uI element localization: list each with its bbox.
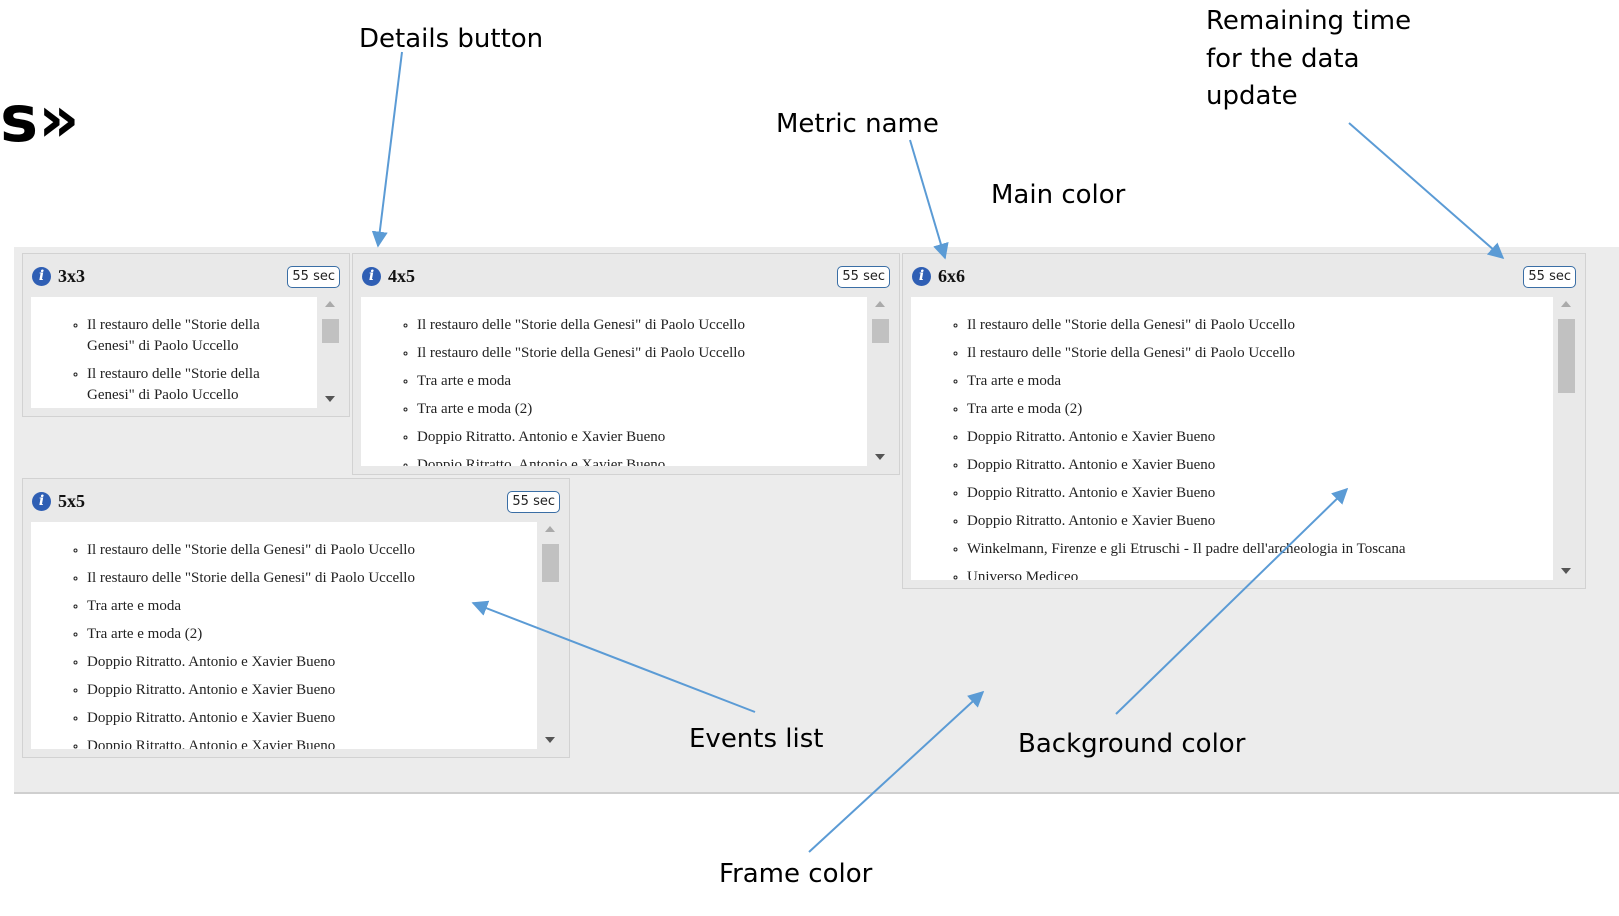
event-item[interactable]: Il restauro delle "Storie della Genesi" … (417, 315, 867, 336)
events-list[interactable]: Il restauro delle "Storie della Genesi" … (31, 297, 317, 408)
events-list[interactable]: Il restauro delle "Storie della Genesi" … (911, 297, 1553, 580)
scrollbar-thumb[interactable] (872, 319, 889, 343)
scrollbar-thumb[interactable] (322, 319, 339, 343)
widget-5x5: i 5x5 55 sec Il restauro delle "Storie d… (22, 478, 570, 758)
annotation-details-button: Details button (359, 24, 544, 54)
annotation-metric-name: Metric name (776, 109, 939, 139)
annotation-events-list: Events list (689, 724, 824, 754)
info-details-icon[interactable]: i (912, 267, 931, 286)
events-scrollbar[interactable] (869, 297, 891, 466)
events-scrollbar[interactable] (539, 522, 561, 749)
event-item[interactable]: Il restauro delle "Storie della Genesi" … (87, 364, 297, 406)
event-item[interactable]: Doppio Ritratto. Antonio e Xavier Bueno (87, 708, 537, 729)
arrow-metric-name (909, 139, 949, 260)
metric-name: 3x3 (58, 266, 85, 286)
annotation-main-color: Main color (991, 180, 1126, 210)
event-item[interactable]: Doppio Ritratto. Antonio e Xavier Bueno (417, 427, 867, 448)
remaining-time-badge: 55 sec (287, 266, 340, 288)
event-item[interactable]: Doppio Ritratto. Antonio e Xavier Bueno (967, 427, 1553, 448)
scrollbar-thumb[interactable] (542, 544, 559, 582)
annotation-remaining-time-line2: for the data (1206, 44, 1360, 74)
scroll-up-arrow-icon[interactable] (1561, 301, 1571, 307)
events-scrollbar[interactable] (1555, 297, 1577, 580)
metric-name: 5x5 (58, 491, 85, 511)
event-item[interactable]: Tra arte e moda (2) (967, 399, 1553, 420)
event-item[interactable]: Il restauro delle "Storie della Genesi" … (967, 315, 1553, 336)
annotation-frame-color: Frame color (719, 859, 873, 889)
event-item[interactable]: Doppio Ritratto. Antonio e Xavier Bueno (87, 652, 537, 673)
widget-header: i 5x5 55 sec (23, 479, 569, 523)
widget-3x3: i 3x3 55 sec Il restauro delle "Storie d… (22, 253, 350, 417)
events-scrollbar[interactable] (319, 297, 341, 408)
remaining-time-badge: 55 sec (837, 266, 890, 288)
event-item[interactable]: Doppio Ritratto. Antonio e Xavier Bueno (87, 680, 537, 701)
arrow-remaining-time (1348, 122, 1505, 260)
scrollbar-thumb[interactable] (1558, 319, 1575, 393)
event-item[interactable]: Winkelmann, Firenze e gli Etruschi - Il … (967, 539, 1553, 560)
scroll-up-arrow-icon[interactable] (325, 301, 335, 307)
info-details-icon[interactable]: i (32, 492, 51, 511)
widget-header: i 4x5 55 sec (353, 254, 899, 298)
remaining-time-badge: 55 sec (507, 491, 560, 513)
widget-header: i 6x6 55 sec (903, 254, 1585, 298)
event-item[interactable]: Doppio Ritratto. Antonio e Xavier Bueno (87, 736, 537, 749)
scroll-down-arrow-icon[interactable] (1561, 568, 1571, 574)
event-item[interactable]: Doppio Ritratto. Antonio e Xavier Bueno (967, 455, 1553, 476)
info-details-icon[interactable]: i (32, 267, 51, 286)
annotation-remaining-time-line3: update (1206, 81, 1298, 111)
widget-header: i 3x3 55 sec (23, 254, 349, 298)
event-item[interactable]: Il restauro delle "Storie della Genesi" … (87, 568, 537, 589)
events-list[interactable]: Il restauro delle "Storie della Genesi" … (361, 297, 867, 466)
annotation-background-color: Background color (1018, 729, 1246, 759)
metric-name: 6x6 (938, 266, 965, 286)
remaining-time-badge: 55 sec (1523, 266, 1576, 288)
event-item[interactable]: Il restauro delle "Storie della Genesi" … (87, 315, 297, 357)
event-item[interactable]: Il restauro delle "Storie della Genesi" … (87, 540, 537, 561)
event-item[interactable]: Il restauro delle "Storie della Genesi" … (417, 343, 867, 364)
arrow-details-button (371, 51, 403, 248)
event-item[interactable]: Doppio Ritratto. Antonio e Xavier Bueno (967, 483, 1553, 504)
event-item[interactable]: Tra arte e moda (967, 371, 1553, 392)
info-details-icon[interactable]: i (362, 267, 381, 286)
metric-name: 4x5 (388, 266, 415, 286)
events-list[interactable]: Il restauro delle "Storie della Genesi" … (31, 522, 537, 749)
widget-6x6: i 6x6 55 sec Il restauro delle "Storie d… (902, 253, 1586, 589)
event-item[interactable]: Doppio Ritratto. Antonio e Xavier Bueno (967, 511, 1553, 532)
event-item[interactable]: Doppio Ritratto. Antonio e Xavier Bueno (417, 455, 867, 466)
scroll-up-arrow-icon[interactable] (875, 301, 885, 307)
scroll-down-arrow-icon[interactable] (545, 737, 555, 743)
event-item[interactable]: Il restauro delle "Storie della Genesi" … (967, 343, 1553, 364)
widget-4x5: i 4x5 55 sec Il restauro delle "Storie d… (352, 253, 900, 475)
scroll-up-arrow-icon[interactable] (545, 526, 555, 532)
event-item[interactable]: Tra arte e moda (2) (417, 399, 867, 420)
scroll-down-arrow-icon[interactable] (875, 454, 885, 460)
dashboard-frame: i 3x3 55 sec Il restauro delle "Storie d… (14, 247, 1619, 794)
scroll-down-arrow-icon[interactable] (325, 396, 335, 402)
page-heading-fragment: s» (0, 83, 80, 157)
event-item[interactable]: Tra arte e moda (87, 596, 537, 617)
event-item[interactable]: Tra arte e moda (2) (87, 624, 537, 645)
event-item[interactable]: Universo Mediceo (967, 567, 1553, 580)
annotation-remaining-time-line1: Remaining time (1206, 6, 1412, 36)
event-item[interactable]: Tra arte e moda (417, 371, 867, 392)
